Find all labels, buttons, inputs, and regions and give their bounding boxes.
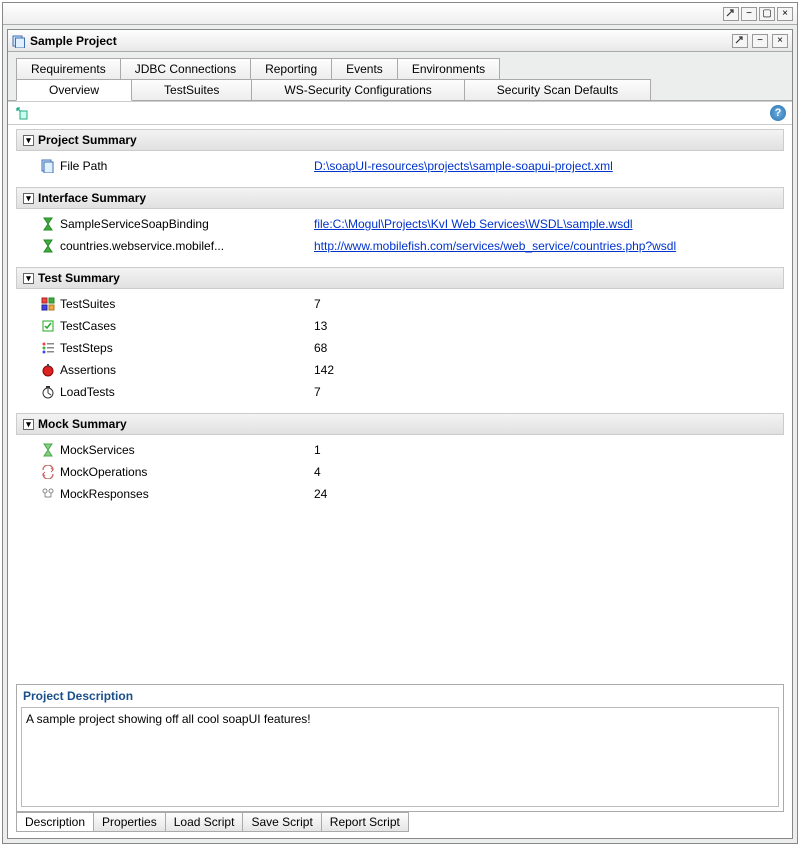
tab-jdbc[interactable]: JDBC Connections: [120, 58, 251, 79]
project-icon: [12, 34, 26, 48]
section-mock-summary[interactable]: ▾ Mock Summary: [16, 413, 784, 435]
file-icon: [40, 158, 56, 174]
btab-reportscript[interactable]: Report Script: [321, 812, 409, 832]
collapse-icon: ▾: [23, 273, 34, 284]
section-title: Mock Summary: [38, 417, 127, 431]
interface-icon: [40, 238, 56, 254]
row-value: 4: [314, 465, 321, 479]
description-title: Project Description: [17, 685, 783, 707]
teststeps-icon: [40, 340, 56, 356]
btab-description[interactable]: Description: [16, 812, 94, 832]
detach-icon[interactable]: [732, 34, 748, 48]
section-title: Interface Summary: [38, 191, 146, 205]
row-label: MockResponses: [60, 487, 310, 501]
row-file-path: File Path D:\soapUI-resources\projects\s…: [16, 155, 784, 177]
maximize-button[interactable]: ▢: [759, 7, 775, 21]
row-label: Assertions: [60, 363, 310, 377]
btab-properties[interactable]: Properties: [93, 812, 166, 832]
tab-events[interactable]: Events: [331, 58, 398, 79]
wsdl-link[interactable]: file:C:\Mogul\Projects\KvI Web Services\…: [314, 217, 633, 231]
collapse-icon: ▾: [23, 193, 34, 204]
row-teststeps: TestSteps 68: [16, 337, 784, 359]
tab-overview[interactable]: Overview: [16, 79, 132, 101]
row-interface: SampleServiceSoapBinding file:C:\Mogul\P…: [16, 213, 784, 235]
tab-requirements[interactable]: Requirements: [16, 58, 121, 79]
row-testsuites: TestSuites 7: [16, 293, 784, 315]
outer-window: − ▢ × Sample Project − × Requirements JD…: [2, 2, 798, 844]
description-text[interactable]: A sample project showing off all cool so…: [21, 707, 779, 807]
detach-icon[interactable]: [723, 7, 739, 21]
section-title: Project Summary: [38, 133, 137, 147]
overview-content: ▾ Project Summary File Path D:\soapUI-re…: [8, 125, 792, 680]
loadtests-icon: [40, 384, 56, 400]
close-button[interactable]: ×: [772, 34, 788, 48]
mockoperations-icon: [40, 464, 56, 480]
inner-window: Sample Project − × Requirements JDBC Con…: [7, 29, 793, 839]
row-mockservices: MockServices 1: [16, 439, 784, 461]
row-label: File Path: [60, 159, 310, 173]
row-value: 1: [314, 443, 321, 457]
sub-tabs: Overview TestSuites WS-Security Configur…: [8, 79, 792, 101]
row-label: MockOperations: [60, 465, 310, 479]
wsdl-link[interactable]: http://www.mobilefish.com/services/web_s…: [314, 239, 676, 253]
row-mockresponses: MockResponses 24: [16, 483, 784, 505]
row-value: 68: [314, 341, 327, 355]
row-label: MockServices: [60, 443, 310, 457]
interface-icon: [40, 216, 56, 232]
row-value: 13: [314, 319, 327, 333]
mockservices-icon: [40, 442, 56, 458]
minimize-button[interactable]: −: [741, 7, 757, 21]
collapse-icon: ▾: [23, 135, 34, 146]
tab-environments[interactable]: Environments: [397, 58, 500, 79]
section-interface-summary[interactable]: ▾ Interface Summary: [16, 187, 784, 209]
close-button[interactable]: ×: [777, 7, 793, 21]
section-title: Test Summary: [38, 271, 120, 285]
row-label: LoadTests: [60, 385, 310, 399]
inner-titlebar: Sample Project − ×: [8, 30, 792, 52]
row-mockoperations: MockOperations 4: [16, 461, 784, 483]
minimize-button[interactable]: −: [752, 34, 768, 48]
btab-savescript[interactable]: Save Script: [242, 812, 321, 832]
row-value: 142: [314, 363, 334, 377]
row-label: TestSteps: [60, 341, 310, 355]
testcases-icon: [40, 318, 56, 334]
section-test-summary[interactable]: ▾ Test Summary: [16, 267, 784, 289]
toolbar: ?: [8, 101, 792, 125]
outer-titlebar: − ▢ ×: [3, 3, 797, 25]
tab-reporting[interactable]: Reporting: [250, 58, 332, 79]
row-value: 7: [314, 297, 321, 311]
top-tabs: Requirements JDBC Connections Reporting …: [8, 52, 792, 80]
row-value: 7: [314, 385, 321, 399]
tab-securityscan[interactable]: Security Scan Defaults: [464, 79, 651, 100]
description-panel: Project Description A sample project sho…: [16, 684, 784, 812]
assertions-icon: [40, 362, 56, 378]
bottom-tabs: Description Properties Load Script Save …: [8, 812, 792, 838]
section-project-summary[interactable]: ▾ Project Summary: [16, 129, 784, 151]
row-label: TestSuites: [60, 297, 310, 311]
row-label: SampleServiceSoapBinding: [60, 217, 310, 231]
row-interface: countries.webservice.mobilef... http://w…: [16, 235, 784, 257]
import-icon[interactable]: [14, 105, 30, 121]
collapse-icon: ▾: [23, 419, 34, 430]
file-path-link[interactable]: D:\soapUI-resources\projects\sample-soap…: [314, 159, 613, 173]
row-label: countries.webservice.mobilef...: [60, 239, 310, 253]
help-icon[interactable]: ?: [770, 105, 786, 121]
mockresponses-icon: [40, 486, 56, 502]
btab-loadscript[interactable]: Load Script: [165, 812, 244, 832]
window-title: Sample Project: [30, 34, 728, 48]
row-value: 24: [314, 487, 327, 501]
row-label: TestCases: [60, 319, 310, 333]
tab-testsuites[interactable]: TestSuites: [131, 79, 252, 100]
row-loadtests: LoadTests 7: [16, 381, 784, 403]
row-testcases: TestCases 13: [16, 315, 784, 337]
row-assertions: Assertions 142: [16, 359, 784, 381]
testsuites-icon: [40, 296, 56, 312]
tab-wssecurity[interactable]: WS-Security Configurations: [251, 79, 464, 100]
